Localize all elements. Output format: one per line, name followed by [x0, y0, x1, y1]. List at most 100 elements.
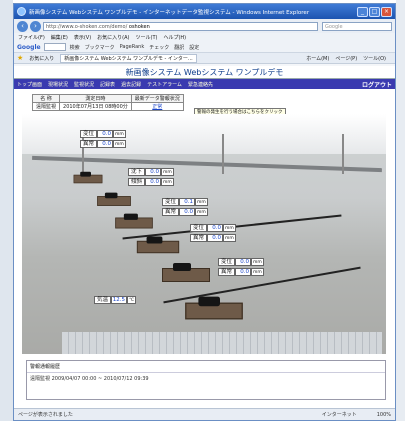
- reading-2: 沈下 0.0 mm: [128, 168, 174, 176]
- sensor-unit: [97, 192, 131, 206]
- browser-window: 新画像システム Webシステム ワンプルデモ - インターネットデータ監視システ…: [13, 3, 396, 421]
- logout-button[interactable]: ログアウト: [362, 80, 392, 89]
- toolbar-search-box[interactable]: [43, 43, 66, 51]
- status-text: ページが表示されました: [18, 412, 73, 418]
- sensor-unit: [136, 236, 180, 254]
- favorites-button[interactable]: お気に入り: [29, 55, 54, 62]
- app-title: 新画像システム Webシステム ワンプルデモ: [14, 66, 395, 79]
- col-datetime: 測定日時: [59, 94, 132, 103]
- reading-value: 0.1: [179, 198, 196, 206]
- google-logo: Google: [17, 43, 41, 51]
- menu-favorites[interactable]: お気に入り(A): [97, 34, 129, 41]
- search-input[interactable]: Google: [322, 21, 392, 31]
- nav-item-history[interactable]: 過去記録: [121, 81, 141, 88]
- reading-7: 異常 0.0 mm: [190, 234, 236, 242]
- app-nav: トップ画面 現場状況 監視状況 記録表 過去記録 テストアラーム 緊急連絡先 ロ…: [14, 79, 395, 89]
- nav-item-top[interactable]: トップ画面: [17, 81, 42, 88]
- tools-button[interactable]: ツール(O): [363, 55, 386, 62]
- fence: [62, 332, 382, 354]
- back-icon[interactable]: ‹: [17, 20, 28, 32]
- forward-icon[interactable]: ›: [30, 20, 41, 32]
- reading-3: 傾斜 0.0 mm: [128, 178, 174, 186]
- reading-value: 0.0: [235, 258, 252, 266]
- reading-value: 0.0: [179, 208, 196, 216]
- window-title: 新画像システム Webシステム ワンプルデモ - インターネットデータ監視システ…: [29, 9, 310, 16]
- browser-tab[interactable]: 新画像システム Webシステム ワンプルデモ - インター...: [60, 53, 197, 63]
- reading-value: 0.0: [207, 224, 224, 232]
- home-button[interactable]: ホーム(M): [306, 55, 329, 62]
- status-table: 名 称 測定日時 最新データ警報状況 遠隔監視 2010年07月13日 08時0…: [31, 94, 184, 111]
- reading-value: 12.5: [111, 296, 128, 304]
- toolbar-item[interactable]: 検索: [70, 44, 80, 51]
- nav-item-record[interactable]: 記録表: [100, 81, 115, 88]
- reading-label: 変位: [80, 130, 98, 138]
- nav-item-site[interactable]: 現場状況: [48, 81, 68, 88]
- reading-label: 異常: [162, 208, 180, 216]
- nav-item-contacts[interactable]: 緊急連絡先: [188, 81, 213, 88]
- reading-value: 0.0: [235, 268, 252, 276]
- reading-label: 異常: [80, 140, 98, 148]
- reading-label: 沈下: [128, 168, 146, 176]
- reading-9: 異常 0.0 mm: [218, 268, 264, 276]
- desktop-right: [396, 0, 405, 421]
- reading-unit: ℃: [127, 296, 137, 304]
- toolbar-item[interactable]: 翻訳: [174, 44, 184, 51]
- reading-label: 異常: [190, 234, 208, 242]
- google-toolbar: Google 検索 ブックマーク PageRank チェック 翻訳 設定: [14, 42, 395, 53]
- sensor-unit: [115, 213, 153, 229]
- menu-tools[interactable]: ツール(T): [136, 34, 158, 41]
- reading-value: 0.0: [97, 130, 114, 138]
- maximize-button[interactable]: □: [369, 6, 380, 17]
- nav-item-monitor[interactable]: 監視状況: [74, 81, 94, 88]
- menu-view[interactable]: 表示(V): [74, 34, 91, 41]
- guard-rail: [32, 155, 382, 173]
- reading-unit: mm: [161, 178, 174, 186]
- reading-value: 0.0: [145, 168, 162, 176]
- reading-value: 0.0: [97, 140, 114, 148]
- sky: [22, 114, 386, 154]
- toolbar-item[interactable]: 設定: [189, 44, 199, 51]
- toolbar-item[interactable]: チェック: [149, 44, 169, 51]
- col-alarm: 最新データ警報状況: [130, 94, 184, 103]
- reading-4: 変位 0.1 mm: [162, 198, 208, 206]
- close-button[interactable]: ×: [381, 6, 392, 17]
- nav-item-test-alarm[interactable]: テストアラーム: [147, 81, 182, 88]
- reading-label: 変位: [190, 224, 208, 232]
- reading-unit: mm: [223, 224, 236, 232]
- reading-unit: mm: [195, 208, 208, 216]
- reading-5: 異常 0.0 mm: [162, 208, 208, 216]
- reading-label: 気温: [94, 296, 112, 304]
- cell-name: 遠隔監視: [31, 102, 61, 111]
- menu-help[interactable]: ヘルプ(H): [163, 34, 186, 41]
- url-host: oshoken: [128, 23, 150, 30]
- menu-bar: ファイル(F) 編集(E) 表示(V) お気に入り(A) ツール(T) ヘルプ(…: [14, 33, 395, 42]
- url-text: http://www.o-shoken.com/demo/: [46, 23, 128, 30]
- log-row[interactable]: 遠隔監視 2009/04/07 00:00 ~ 2010/07/12 09:39: [27, 373, 385, 384]
- zone-indicator: インターネット: [321, 412, 357, 418]
- menu-file[interactable]: ファイル(F): [18, 34, 45, 41]
- reading-label: 異常: [218, 268, 236, 276]
- toolbar-item[interactable]: PageRank: [120, 44, 145, 50]
- reading-label: 変位: [162, 198, 180, 206]
- reading-1: 異常 0.0 mm: [80, 140, 126, 148]
- minimize-button[interactable]: _: [357, 6, 368, 17]
- reading-unit: mm: [251, 258, 264, 266]
- cell-datetime: 2010年07月13日 08時00分: [59, 102, 132, 111]
- toolbar-item[interactable]: ブックマーク: [85, 44, 115, 51]
- status-bar: ページが表示されました インターネット 100%: [14, 408, 395, 420]
- site-photo: 変位 0.0 mm 異常 0.0 mm 沈下 0.0 mm 傾斜 0.0 mm 変位 0.1 mm …: [22, 114, 386, 354]
- address-bar: ‹ › http://www.o-shoken.com/demo/ oshoke…: [14, 19, 395, 33]
- zoom-level[interactable]: 100%: [377, 412, 391, 418]
- reading-unit: mm: [113, 130, 126, 138]
- table-row: 遠隔監視 2010年07月13日 08時00分 正常: [31, 102, 184, 111]
- alarm-status-link[interactable]: 正常: [130, 102, 184, 111]
- url-field[interactable]: http://www.o-shoken.com/demo/ oshoken: [43, 21, 318, 31]
- reading-unit: mm: [161, 168, 174, 176]
- page-content: 新画像システム Webシステム ワンプルデモ トップ画面 現場状況 監視状況 記…: [14, 66, 395, 408]
- pole: [342, 134, 344, 174]
- menu-edit[interactable]: 編集(E): [51, 34, 68, 41]
- alarm-log: 警報通報履歴 遠隔監視 2009/04/07 00:00 ~ 2010/07/1…: [26, 360, 386, 400]
- log-header: 警報通報履歴: [27, 361, 385, 373]
- page-button[interactable]: ページ(P): [335, 55, 357, 62]
- star-icon[interactable]: ★: [17, 54, 23, 62]
